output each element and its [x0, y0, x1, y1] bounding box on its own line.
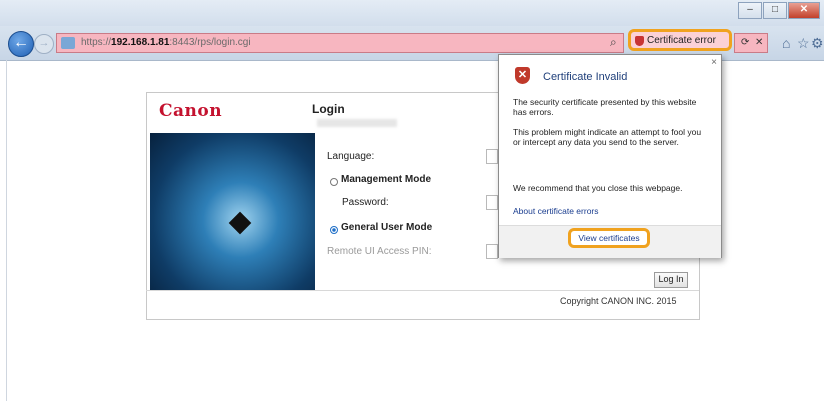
maximize-button[interactable]: □	[763, 2, 787, 19]
cube-graphic	[228, 211, 252, 235]
url-host: 192.168.1.81	[111, 37, 170, 48]
popup-text-warning: This problem might indicate an attempt t…	[513, 127, 702, 147]
popup-title: Certificate Invalid	[543, 71, 628, 83]
stop-icon[interactable]: ✕	[755, 37, 763, 48]
password-label: Password:	[342, 197, 389, 208]
window-controls: – □ ✕	[738, 2, 820, 19]
login-button[interactable]: Log In	[654, 272, 688, 288]
minimize-button[interactable]: –	[738, 2, 762, 19]
warning-shield-icon: ✕	[515, 67, 530, 84]
remote-pin-label: Remote UI Access PIN:	[327, 246, 432, 257]
page-title: Login	[312, 102, 345, 116]
url-path: :8443/rps/login.cgi	[169, 37, 251, 48]
about-certificate-errors-link[interactable]: About certificate errors	[513, 206, 599, 216]
certificate-error-button[interactable]: Certificate error	[628, 29, 732, 51]
hero-image	[150, 133, 315, 291]
view-certificates-button[interactable]: View certificates	[568, 228, 650, 248]
address-tail: ⟳ ✕	[734, 33, 768, 53]
shield-icon	[635, 36, 644, 46]
back-button[interactable]: ←	[8, 31, 34, 57]
address-bar[interactable]: https://192.168.1.81:8443/rps/login.cgi	[56, 33, 624, 53]
remote-pin-field[interactable]	[486, 244, 498, 259]
copyright-text: Copyright CANON INC. 2015	[560, 296, 677, 306]
language-label: Language:	[327, 151, 375, 162]
canon-logo: Canon	[159, 101, 223, 121]
home-icon[interactable]: ⌂	[782, 35, 790, 51]
refresh-icon[interactable]: ⟳	[741, 37, 749, 48]
popup-text-recommend: We recommend that you close this webpage…	[513, 183, 683, 193]
star-icon[interactable]: ☆	[797, 35, 810, 52]
general-user-mode-radio[interactable]	[330, 226, 338, 234]
url-prefix: https://	[81, 37, 112, 48]
address-url: https://192.168.1.81:8443/rps/login.cgi	[81, 37, 251, 48]
divider	[146, 290, 699, 291]
management-mode-radio[interactable]	[330, 178, 338, 186]
search-icon[interactable]: ⌕	[610, 35, 617, 50]
window-border	[6, 60, 7, 401]
gear-icon[interactable]: ⚙	[811, 35, 824, 52]
language-select[interactable]	[486, 149, 498, 164]
site-icon	[61, 37, 75, 49]
popup-text-errors: The security certificate presented by th…	[513, 97, 697, 117]
device-name-blurred	[317, 119, 397, 127]
general-user-mode-label: General User Mode	[341, 222, 433, 233]
close-window-button[interactable]: ✕	[788, 2, 820, 19]
password-field[interactable]	[486, 195, 498, 210]
popup-close-button[interactable]: ×	[711, 57, 717, 68]
forward-button[interactable]: →	[34, 34, 54, 54]
certificate-error-label: Certificate error	[647, 35, 716, 46]
management-mode-label: Management Mode	[341, 174, 432, 185]
title-bar	[0, 0, 824, 26]
